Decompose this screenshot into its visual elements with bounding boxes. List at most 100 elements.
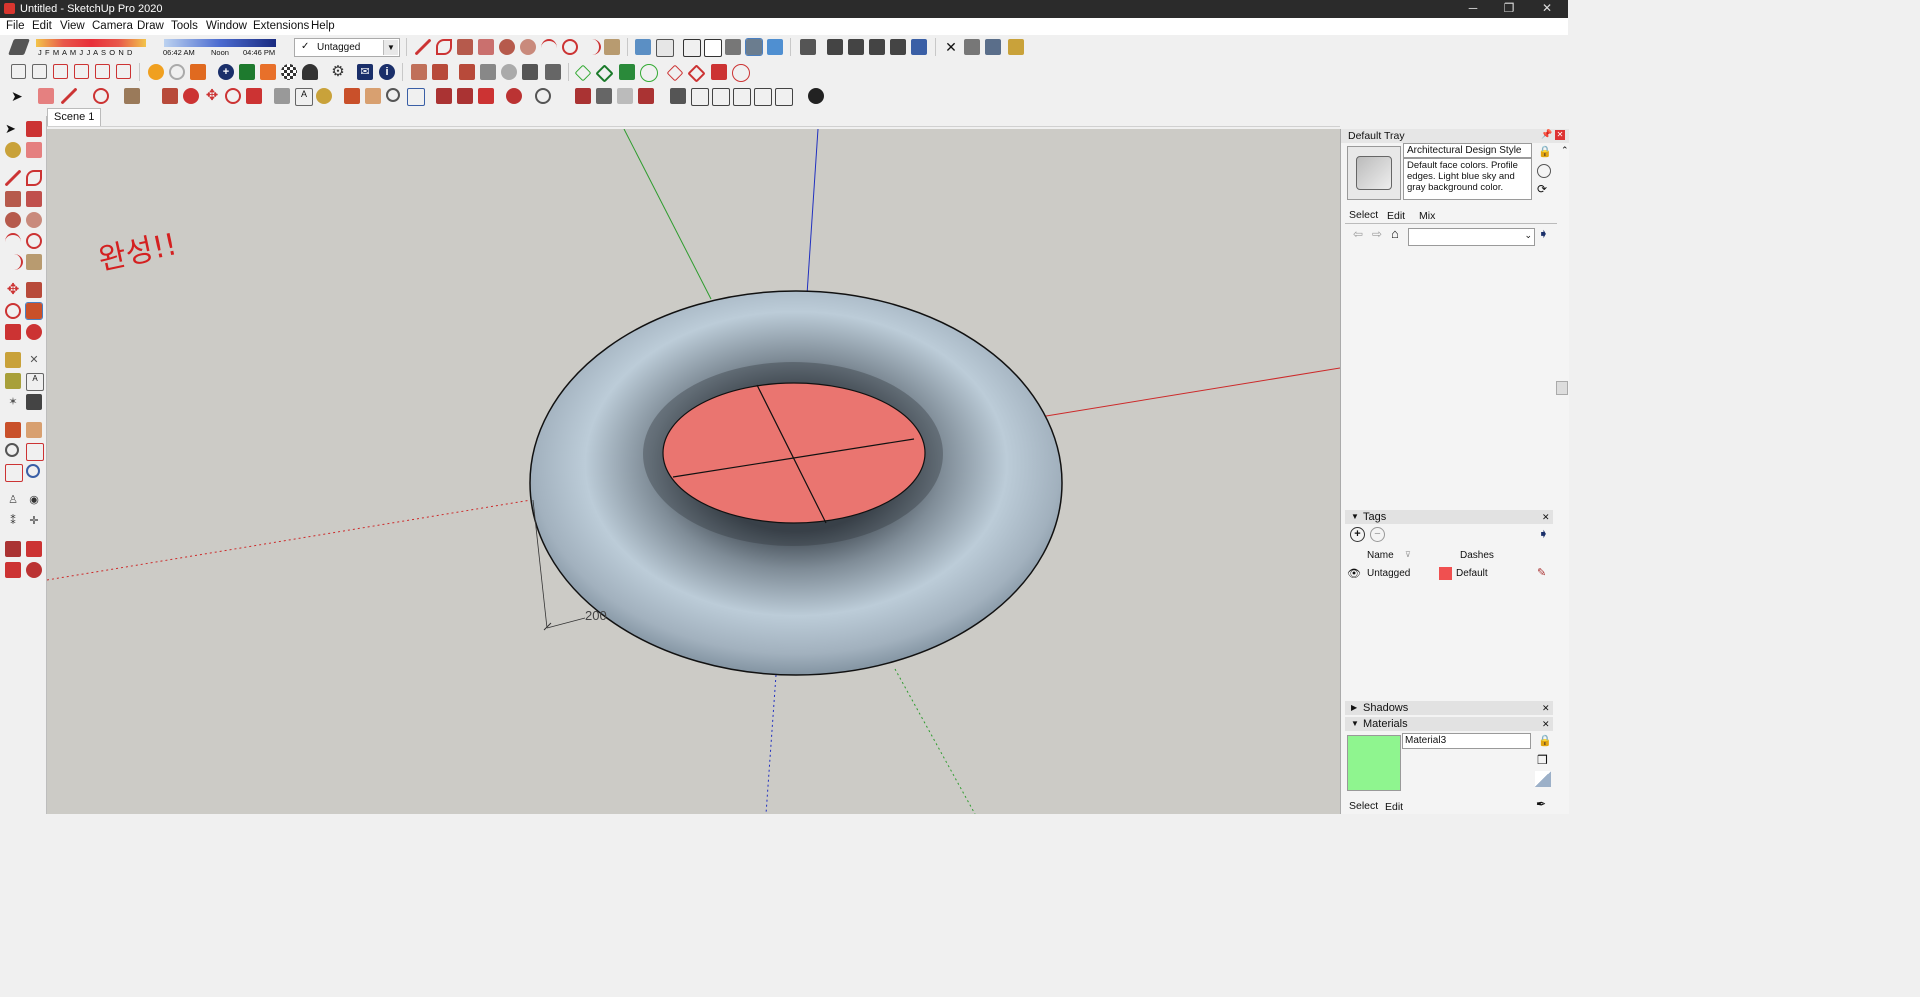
style-thumbnail[interactable] [1347,146,1401,200]
text-tool-icon[interactable]: A [295,88,313,106]
xray-icon[interactable] [635,39,651,55]
tag-edit-pencil-icon[interactable]: ✎ [1537,566,1546,579]
warehouse-icon[interactable] [148,64,164,80]
tray-close-icon[interactable]: ✕ [1555,130,1565,140]
back-edges-icon[interactable] [656,39,674,57]
move-tool-icon[interactable]: ✥ [5,282,21,298]
menu-extensions[interactable]: Extensions [253,20,309,32]
tray-scrollbar[interactable] [1556,381,1568,395]
account-icon[interactable] [535,88,551,104]
walk-icon[interactable]: ⁑ [5,513,21,529]
info-icon[interactable]: i [379,64,395,80]
delete-tag-icon[interactable]: − [1370,527,1385,542]
solid-split-icon[interactable] [687,64,706,83]
menu-camera[interactable]: Camera [92,20,133,32]
text-label-icon[interactable]: A [26,373,44,391]
paint-icon[interactable] [5,142,21,158]
time-slider[interactable] [164,39,276,47]
collapse-chevron-icon[interactable]: ⌃ [1561,145,1569,156]
warehouse-tool-icon[interactable] [5,541,21,557]
tag-dropdown[interactable]: ✓ Untagged ▼ [294,38,400,57]
tools-cross-icon[interactable]: ✕ [943,39,959,55]
material-lock-icon[interactable]: 🔒 [1538,734,1552,747]
tape-tool-icon[interactable] [5,352,21,368]
pie-icon[interactable] [604,39,620,55]
month-slider[interactable] [36,39,146,47]
mail-icon[interactable]: ✉ [357,64,373,80]
inner-face[interactable] [662,382,926,524]
house-icon-4[interactable] [775,88,793,106]
style-lock-icon[interactable]: 🔒 [1538,145,1552,158]
record-icon[interactable] [808,88,824,104]
dimension-tool-icon[interactable]: ✕ [26,352,42,368]
minimize-button[interactable]: ─ [1455,1,1491,17]
shaded-icon[interactable] [725,39,741,55]
house-icon-2[interactable] [733,88,751,106]
back-arrow-icon[interactable]: ⇦ [1353,227,1363,241]
scale-tool-icon[interactable] [5,324,21,340]
make-component-icon[interactable] [26,121,42,137]
offset-icon[interactable] [183,88,199,104]
previous-view-icon[interactable] [26,464,40,478]
house-icon-3[interactable] [754,88,772,106]
refresh-icon[interactable] [169,64,185,80]
scene-tab[interactable]: Scene 1 [47,108,102,126]
checker-icon[interactable] [281,64,297,80]
model-canvas[interactable]: 200 완성!! [47,129,1340,814]
rotated-rectangle-icon[interactable] [478,39,494,55]
section-cuts-icon[interactable] [985,39,1001,55]
update-style-icon[interactable]: ⟳ [1537,182,1547,196]
rectangle-icon[interactable] [457,39,473,55]
orbit-tool-icon[interactable] [5,422,21,438]
style-tab-mix[interactable]: Mix [1419,210,1435,222]
close-window-button[interactable]: ✕ [1529,1,1565,17]
section-plane-tool-icon[interactable]: ✛ [26,513,42,529]
warehouse-3d-icon[interactable] [436,88,452,104]
section-fill-icon[interactable] [1008,39,1024,55]
shadows-panel-header[interactable]: ▶ Shadows ✕ [1345,701,1553,715]
zoom-extents-icon[interactable] [407,88,425,106]
freehand-icon[interactable] [436,39,452,55]
draw-pie-icon[interactable] [26,254,42,270]
paint-bucket-icon[interactable] [316,88,332,104]
select-arrow-icon[interactable]: ➤ [11,88,27,104]
solid-links-icon[interactable] [732,64,750,82]
pan-tool-icon[interactable] [26,422,42,438]
move-icon[interactable]: ✥ [204,88,220,104]
solid-box-icon[interactable] [711,64,727,80]
draw-polygon-icon[interactable] [26,212,42,228]
stamp-icon[interactable] [480,64,496,80]
details-arrow-icon[interactable]: ➧ [1538,226,1549,242]
tape-measure-icon[interactable] [274,88,290,104]
tags-panel-close-icon[interactable]: ✕ [1542,510,1550,524]
component-icon-2[interactable] [596,88,612,104]
layout-icon[interactable] [478,88,494,104]
tags-col-name[interactable]: Name [1367,550,1394,561]
extension-tool-icon[interactable] [26,541,42,557]
iso-view-icon[interactable] [800,39,816,55]
freehand-draw-icon[interactable] [26,170,42,186]
circle-icon[interactable] [499,39,515,55]
share-model-icon[interactable] [190,64,206,80]
erase-icon[interactable] [26,142,42,158]
material-tab-edit[interactable]: Edit [1385,801,1403,813]
draw-rectangle-icon[interactable] [5,191,21,207]
style-tab-edit[interactable]: Edit [1387,210,1405,222]
pencil-line-icon[interactable] [415,39,431,55]
push-pull-icon[interactable] [162,88,178,104]
draw-line-icon[interactable] [5,170,21,186]
draw-circle-icon[interactable] [5,212,21,228]
material-swatch[interactable] [1347,735,1401,791]
materials-panel-header[interactable]: ▼ Materials ✕ [1345,717,1553,731]
protractor-icon[interactable] [5,373,21,389]
cut-icon[interactable] [74,64,89,79]
eye-visibility-icon[interactable]: 👁 [1347,567,1361,580]
add-tag-icon[interactable]: + [1350,527,1365,542]
rotate-icon[interactable] [225,88,241,104]
component-icon-1[interactable] [575,88,591,104]
paste-icon[interactable] [116,64,131,79]
door-icon[interactable] [691,88,709,106]
line-tool-icon[interactable] [61,88,77,104]
left-view-icon[interactable] [911,39,927,55]
three-point-arc-icon[interactable] [583,39,601,55]
